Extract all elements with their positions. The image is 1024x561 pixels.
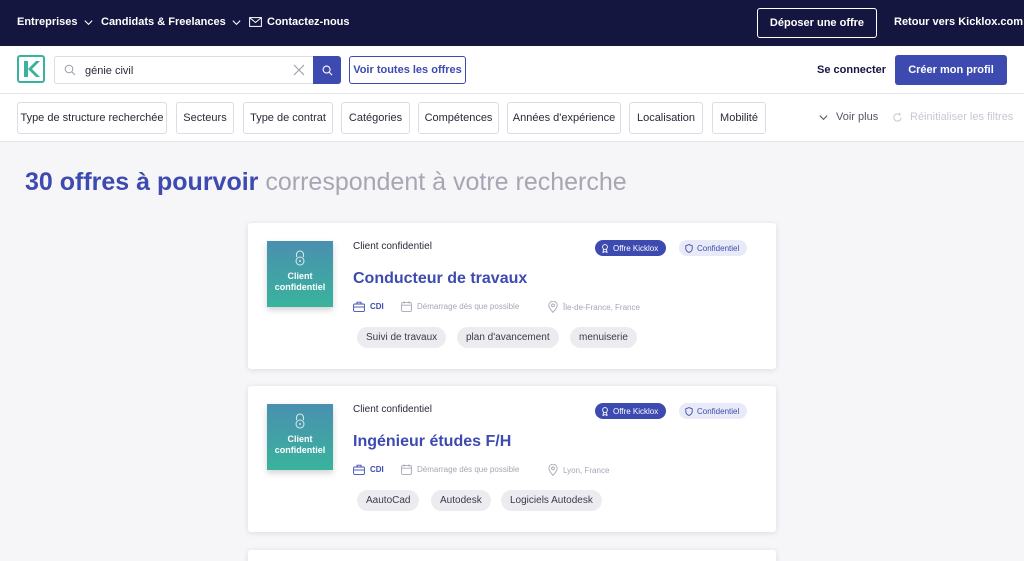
location-pin-icon bbox=[548, 464, 558, 476]
job-title[interactable]: Ingénieur études F/H bbox=[353, 433, 511, 451]
chevron-down-icon bbox=[232, 19, 241, 25]
filter-categories[interactable]: Catégories bbox=[341, 102, 410, 134]
kicklox-logo[interactable] bbox=[17, 55, 45, 83]
contract-label: CDI bbox=[370, 465, 384, 474]
skill-tag: Autodesk bbox=[431, 490, 491, 511]
refresh-icon bbox=[893, 112, 902, 122]
mail-icon bbox=[249, 17, 262, 27]
nav-contact-label: Contactez-nous bbox=[267, 16, 350, 28]
contract-label: CDI bbox=[370, 302, 384, 311]
search-box bbox=[54, 56, 313, 84]
kicklox-badge-label: Offre Kicklox bbox=[613, 243, 659, 253]
shield-icon bbox=[685, 406, 693, 416]
location: Lyon, France bbox=[548, 464, 609, 476]
skill-tag: menuiserie bbox=[570, 327, 637, 348]
kicklox-offer-badge: Offre Kicklox bbox=[595, 240, 667, 256]
shield-icon bbox=[685, 243, 693, 253]
lock-icon bbox=[295, 250, 305, 266]
client-name: Client confidentiel bbox=[353, 404, 432, 415]
confidential-badge: Confidentiel bbox=[679, 403, 748, 419]
search-bar-row: Voir toutes les offres Se connecter Crée… bbox=[0, 46, 1024, 94]
filter-sectors[interactable]: Secteurs bbox=[176, 102, 234, 134]
results-subtitle: correspondent à votre recherche bbox=[265, 168, 627, 196]
results-heading: 30 offres à pourvoir correspondent à vot… bbox=[25, 168, 627, 197]
top-navigation: Entreprises Candidats & Freelances Conta… bbox=[0, 0, 1024, 46]
skill-tag: Logiciels Autodesk bbox=[501, 490, 602, 511]
location-label: Île-de-France, France bbox=[563, 302, 640, 312]
award-icon bbox=[602, 243, 608, 253]
calendar-icon bbox=[401, 464, 412, 475]
search-input[interactable] bbox=[85, 61, 285, 81]
filter-location[interactable]: Localisation bbox=[629, 102, 703, 134]
see-more-label: Voir plus bbox=[836, 111, 879, 123]
briefcase-icon bbox=[353, 464, 365, 475]
filter-contract-type[interactable]: Type de contrat bbox=[243, 102, 333, 134]
login-link[interactable]: Se connecter bbox=[817, 64, 886, 76]
calendar-icon bbox=[401, 301, 412, 312]
confidential-badge: Confidentiel bbox=[679, 240, 748, 256]
location-label: Lyon, France bbox=[563, 465, 610, 475]
kicklox-badge-label: Offre Kicklox bbox=[613, 406, 659, 416]
filter-skills[interactable]: Compétences bbox=[418, 102, 499, 134]
start-label: Démarrage dès que possible bbox=[417, 465, 520, 474]
contract-type: CDI bbox=[353, 464, 384, 475]
location: Île-de-France, France bbox=[548, 301, 640, 313]
skill-tag: Suivi de travaux bbox=[357, 327, 447, 348]
skill-tag: plan d'avancement bbox=[457, 327, 559, 348]
filter-mobility[interactable]: Mobilité bbox=[712, 102, 766, 134]
create-profile-button[interactable]: Créer mon profil bbox=[895, 55, 1007, 85]
skill-tag: AautoCad bbox=[357, 490, 420, 511]
offer-card[interactable]: Client confidentiel Client confidentiel … bbox=[248, 386, 776, 532]
nav-candidates-label: Candidats & Freelances bbox=[101, 16, 226, 28]
chevron-down-icon bbox=[83, 19, 93, 25]
filter-experience-years[interactable]: Années d'expérience bbox=[507, 102, 621, 134]
nav-enterprises[interactable]: Entreprises bbox=[17, 16, 94, 28]
briefcase-icon bbox=[353, 301, 365, 312]
filters-row: Type de structure recherchée Secteurs Ty… bbox=[0, 94, 1024, 142]
filter-structure-type[interactable]: Type de structure recherchée bbox=[17, 102, 167, 134]
offer-card[interactable] bbox=[248, 550, 776, 561]
confidential-badge-label: Confidentiel bbox=[697, 243, 740, 253]
results-count: 30 offres à pourvoir bbox=[25, 168, 259, 196]
start-date: Démarrage dès que possible bbox=[401, 301, 519, 312]
see-all-offers-button[interactable]: Voir toutes les offres bbox=[349, 56, 466, 84]
start-label: Démarrage dès que possible bbox=[417, 302, 520, 311]
confidential-badge-label: Confidentiel bbox=[697, 406, 740, 416]
lock-icon bbox=[295, 413, 305, 429]
company-thumbnail: Client confidentiel bbox=[267, 241, 333, 307]
kicklox-offer-badge: Offre Kicklox bbox=[595, 403, 667, 419]
nav-enterprises-label: Entreprises bbox=[17, 16, 78, 28]
client-name: Client confidentiel bbox=[353, 241, 432, 252]
company-thumbnail: Client confidentiel bbox=[267, 404, 333, 470]
close-icon[interactable] bbox=[293, 64, 305, 76]
deposit-offer-button[interactable]: Déposer une offre bbox=[757, 8, 877, 38]
location-pin-icon bbox=[548, 301, 558, 313]
start-date: Démarrage dès que possible bbox=[401, 464, 519, 475]
chevron-down-icon bbox=[819, 114, 828, 120]
thumbnail-label: Client confidentiel bbox=[274, 434, 326, 455]
contract-type: CDI bbox=[353, 301, 384, 312]
reset-filters[interactable]: Réinitialiser les filtres bbox=[892, 111, 1013, 123]
reset-filters-label: Réinitialiser les filtres bbox=[910, 111, 1014, 123]
search-icon bbox=[322, 65, 332, 75]
award-icon bbox=[602, 406, 608, 416]
search-button[interactable] bbox=[313, 56, 341, 84]
job-title[interactable]: Conducteur de travaux bbox=[353, 270, 527, 288]
see-more-filters[interactable]: Voir plus bbox=[818, 111, 878, 123]
nav-candidates[interactable]: Candidats & Freelances bbox=[101, 16, 242, 28]
back-to-kicklox-link[interactable]: Retour vers Kicklox.com bbox=[894, 16, 1023, 28]
thumbnail-label: Client confidentiel bbox=[274, 271, 326, 292]
offer-card[interactable]: Client confidentiel Client confidentiel … bbox=[248, 223, 776, 369]
search-icon bbox=[64, 64, 76, 76]
nav-contact[interactable]: Contactez-nous bbox=[249, 16, 350, 28]
